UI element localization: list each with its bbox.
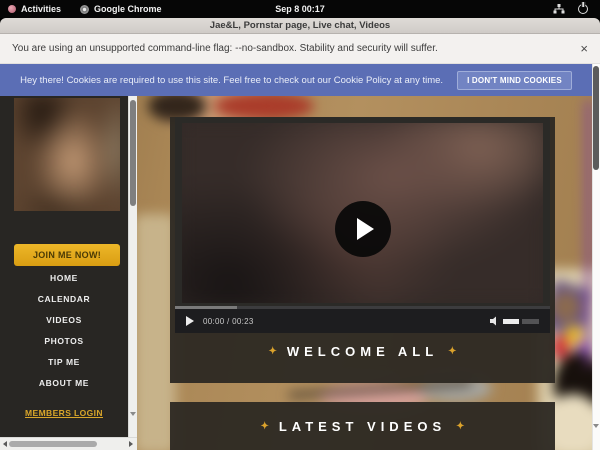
screen: Activities Google Chrome Sep 8 00:17 Jae… (0, 0, 600, 450)
page-viewport: Hey there! Cookies are required to use t… (0, 64, 600, 450)
diamond-icon: ✦ (260, 421, 268, 432)
sidebar-item-home[interactable]: HOME (0, 268, 128, 289)
volume-level-bar[interactable] (503, 319, 519, 324)
page-vertical-scrollbar[interactable] (592, 64, 600, 450)
network-icon[interactable] (553, 4, 565, 14)
power-icon[interactable] (578, 4, 588, 14)
sidebar-item-calendar[interactable]: CALENDAR (0, 289, 128, 310)
diamond-icon: ✦ (456, 421, 464, 432)
diamond-icon: ✦ (448, 346, 456, 357)
volume-track-bar[interactable] (522, 319, 539, 324)
activities-indicator-icon (8, 5, 16, 13)
diamond-icon: ✦ (268, 346, 276, 357)
bg-blob (586, 100, 591, 366)
sidebar-item-tip-me[interactable]: TIP ME (0, 352, 128, 373)
scroll-down-icon[interactable] (130, 412, 136, 433)
bg-blob (214, 92, 314, 120)
infobar-message: You are using an unsupported command-lin… (12, 43, 438, 54)
video-controls: 00:00 / 00:23 (175, 306, 550, 333)
cookie-banner: Hey there! Cookies are required to use t… (0, 64, 592, 96)
scroll-down-icon[interactable] (593, 424, 599, 445)
chrome-icon (80, 5, 89, 14)
window-titlebar[interactable]: Jae&L, Pornstar page, Live chat, Videos (0, 18, 600, 34)
sidebar-item-about-me[interactable]: ABOUT ME (0, 373, 128, 394)
bg-blob (552, 292, 580, 322)
video-poster[interactable] (182, 123, 543, 303)
welcome-section: 00:00 / 00:23 ✦ WELCOME ALL ✦ (170, 117, 555, 383)
sidebar-vertical-scrollbar[interactable] (128, 96, 137, 437)
accept-cookies-button[interactable]: I DON'T MIND COOKIES (457, 71, 572, 90)
welcome-heading-text: WELCOME ALL (287, 344, 438, 359)
sidebar-item-videos[interactable]: VIDEOS (0, 310, 128, 331)
infobar: You are using an unsupported command-lin… (0, 34, 600, 64)
close-icon[interactable]: × (580, 42, 588, 55)
sidebar-horizontal-scrollbar[interactable] (0, 437, 137, 450)
scroll-left-icon[interactable] (3, 441, 7, 447)
latest-videos-section: ✦ LATEST VIDEOS ✦ (170, 402, 555, 450)
sidebar-nav: HOME CALENDAR VIDEOS PHOTOS TIP ME ABOUT… (0, 268, 128, 394)
video-player: 00:00 / 00:23 (175, 117, 550, 333)
page-scrollbar-thumb[interactable] (593, 66, 599, 170)
profile-photo[interactable] (14, 98, 120, 211)
speaker-icon[interactable] (490, 316, 500, 326)
video-time: 00:00 / 00:23 (203, 317, 254, 326)
sidebar-hscrollbar-thumb[interactable] (9, 441, 97, 447)
play-icon[interactable] (186, 316, 194, 326)
sidebar-scrollbar-thumb[interactable] (130, 100, 136, 206)
activities-button[interactable]: Activities (21, 4, 61, 14)
play-button[interactable] (335, 201, 391, 257)
sidebar: JOIN ME NOW! HOME CALENDAR VIDEOS PHOTOS… (0, 96, 128, 437)
volume-control[interactable] (490, 316, 539, 326)
join-me-now-button[interactable]: JOIN ME NOW! (14, 244, 120, 266)
focused-app-menu[interactable]: Google Chrome (94, 4, 162, 14)
system-top-bar: Activities Google Chrome Sep 8 00:17 (0, 0, 600, 18)
scroll-right-icon[interactable] (129, 441, 133, 447)
members-login-link[interactable]: MEMBERS LOGIN (0, 408, 128, 418)
cookie-message: Hey there! Cookies are required to use t… (20, 75, 443, 86)
sidebar-item-photos[interactable]: PHOTOS (0, 331, 128, 352)
welcome-heading: ✦ WELCOME ALL ✦ (170, 341, 555, 361)
page-title: Jae&L, Pornstar page, Live chat, Videos (210, 20, 390, 31)
latest-videos-heading-text: LATEST VIDEOS (279, 419, 446, 434)
profile-photo-blur (14, 98, 120, 211)
